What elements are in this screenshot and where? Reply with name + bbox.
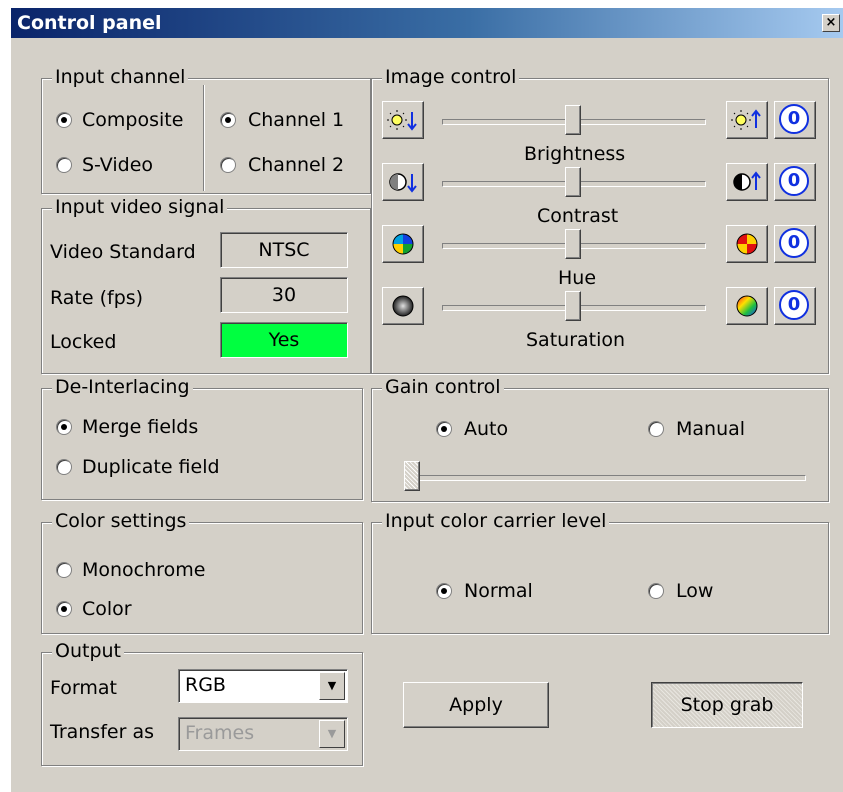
brightness-reset-button[interactable]: 0 [774, 101, 816, 139]
monochrome-label: Monochrome [82, 559, 206, 581]
carrier-level-legend: Input color carrier level [382, 510, 610, 532]
duplicate-field-radio[interactable] [56, 459, 72, 475]
brightness-up-button[interactable] [726, 101, 768, 139]
input-video-signal-legend: Input video signal [52, 196, 228, 218]
hue-label: Hue [558, 267, 597, 289]
gain-slider-track[interactable] [404, 475, 806, 481]
brightness-up-icon [731, 109, 761, 130]
contrast-slider-thumb[interactable] [565, 167, 581, 197]
carrier-level-group: Input color carrier level Normal Low [371, 510, 829, 634]
carrier-low-radio[interactable] [648, 583, 664, 599]
hue-down-icon [392, 233, 414, 255]
composite-radio[interactable] [56, 112, 72, 128]
format-label: Format [50, 677, 117, 699]
svideo-radio[interactable] [56, 157, 72, 173]
saturation-up-icon [736, 295, 758, 317]
gain-auto-radio[interactable] [436, 421, 452, 437]
gain-auto-label: Auto [464, 418, 509, 440]
control-panel-window: Control panel × Input channel Composite … [10, 7, 843, 792]
transfer-label: Transfer as [50, 721, 154, 743]
saturation-down-icon [392, 295, 414, 317]
saturation-up-button[interactable] [726, 287, 768, 325]
format-select[interactable]: RGB ▼ [178, 669, 348, 703]
carrier-low-label: Low [676, 580, 714, 602]
saturation-slider-thumb[interactable] [565, 291, 581, 321]
gain-manual-radio[interactable] [648, 421, 664, 437]
close-button[interactable]: × [822, 14, 840, 32]
output-legend: Output [52, 640, 124, 662]
carrier-normal-radio[interactable] [436, 583, 452, 599]
apply-button[interactable]: Apply [403, 682, 549, 728]
input-channel-legend: Input channel [52, 66, 189, 88]
rate-value: 30 [220, 277, 348, 313]
saturation-reset-button[interactable]: 0 [774, 287, 816, 325]
channel2-radio[interactable] [220, 157, 236, 173]
hue-down-button[interactable] [382, 225, 424, 263]
video-standard-value: NTSC [220, 232, 348, 268]
hue-up-button[interactable] [726, 225, 768, 263]
locked-value: Yes [220, 322, 348, 358]
svideo-label: S-Video [82, 154, 154, 176]
color-label: Color [82, 598, 132, 620]
contrast-reset-button[interactable]: 0 [774, 163, 816, 201]
brightness-slider-thumb[interactable] [565, 105, 581, 135]
channel1-label: Channel 1 [248, 109, 345, 131]
deinterlacing-group: De-Interlacing Merge fields Duplicate fi… [41, 376, 363, 500]
duplicate-field-label: Duplicate field [82, 456, 220, 478]
contrast-down-button[interactable] [382, 163, 424, 201]
transfer-value: Frames [185, 722, 255, 744]
contrast-up-button[interactable] [726, 163, 768, 201]
hue-up-icon [736, 233, 758, 255]
video-standard-label: Video Standard [50, 241, 196, 263]
title-bar: Control panel × [11, 8, 843, 38]
contrast-down-icon [389, 173, 417, 193]
gain-control-legend: Gain control [382, 376, 504, 398]
channel-separator [203, 85, 205, 191]
brightness-down-button[interactable] [382, 101, 424, 139]
gain-manual-label: Manual [676, 418, 746, 440]
image-control-legend: Image control [382, 66, 520, 88]
color-settings-legend: Color settings [52, 510, 190, 532]
output-group: Output Format RGB ▼ Transfer as Frames ▼ [41, 640, 363, 766]
input-channel-group: Input channel Composite S-Video Channel … [41, 66, 371, 194]
color-radio[interactable] [56, 601, 72, 617]
stop-grab-button[interactable]: Stop grab [651, 682, 803, 728]
composite-label: Composite [82, 109, 184, 131]
saturation-label: Saturation [526, 329, 626, 351]
format-dropdown-icon[interactable]: ▼ [319, 672, 345, 700]
hue-reset-button[interactable]: 0 [774, 225, 816, 263]
contrast-up-icon [733, 171, 761, 191]
brightness-label: Brightness [524, 143, 626, 165]
channel2-label: Channel 2 [248, 154, 345, 176]
contrast-reset-icon: 0 [779, 166, 809, 196]
saturation-reset-icon: 0 [779, 290, 809, 320]
transfer-select[interactable]: Frames ▼ [178, 717, 348, 751]
merge-fields-radio[interactable] [56, 419, 72, 435]
color-settings-group: Color settings Monochrome Color [41, 510, 363, 634]
input-video-signal-group: Input video signal Video Standard NTSC R… [41, 196, 371, 374]
hue-reset-icon: 0 [779, 228, 809, 258]
channel1-radio[interactable] [220, 112, 236, 128]
hue-slider-thumb[interactable] [565, 229, 581, 259]
image-control-group: Image control Brightness 0 Contrast 0 Hu… [371, 66, 829, 374]
window-title: Control panel [17, 12, 162, 34]
brightness-down-icon [387, 110, 417, 131]
gain-control-group: Gain control Auto Manual [371, 376, 829, 502]
deinterlacing-legend: De-Interlacing [52, 376, 193, 398]
brightness-reset-icon: 0 [779, 104, 809, 134]
monochrome-radio[interactable] [56, 562, 72, 578]
locked-label: Locked [50, 331, 117, 353]
saturation-down-button[interactable] [382, 287, 424, 325]
merge-fields-label: Merge fields [82, 416, 199, 438]
format-value: RGB [185, 674, 226, 696]
gain-slider-thumb[interactable] [404, 461, 420, 491]
rate-label: Rate (fps) [50, 287, 144, 309]
contrast-label: Contrast [537, 205, 619, 227]
carrier-normal-label: Normal [464, 580, 533, 602]
transfer-dropdown-icon[interactable]: ▼ [319, 720, 345, 748]
